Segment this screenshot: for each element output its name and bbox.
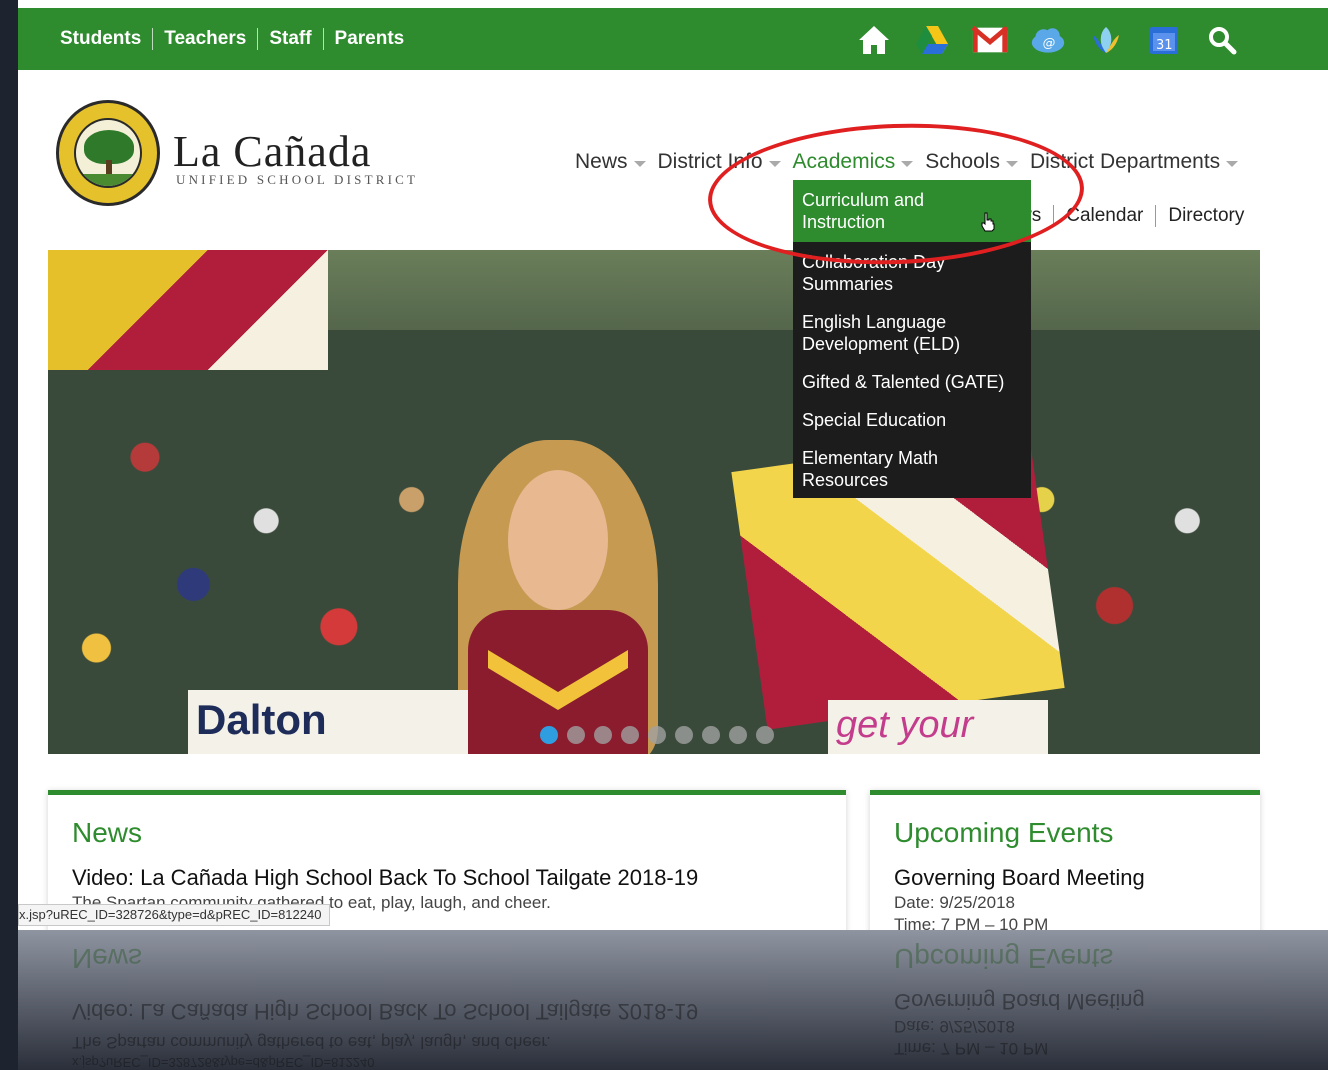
screen-reflection: x.jsp?uREC_ID=328726&type=d&pREC_ID=8122… [18, 930, 1328, 1070]
webpage: Students Teachers Staff Parents @ 31 La … [18, 0, 1328, 930]
subnav-directory-link[interactable]: Directory [1168, 205, 1244, 227]
menu-item-eld[interactable]: English Language Development (ELD) [793, 302, 1031, 362]
hero-carousel[interactable]: Dalton get your [48, 250, 1260, 754]
district-name[interactable]: La Cañada [173, 126, 371, 177]
divider [1155, 205, 1157, 227]
students-link[interactable]: Students [60, 28, 141, 50]
news-article-title[interactable]: Video: La Cañada High School Back To Sch… [72, 865, 698, 891]
event-title[interactable]: Governing Board Meeting [894, 865, 1145, 891]
carousel-dot[interactable] [621, 726, 639, 744]
hero-flag [48, 250, 328, 370]
events-heading[interactable]: Upcoming Events [894, 817, 1113, 849]
google-drive-icon[interactable] [914, 22, 950, 58]
menu-item-gate[interactable]: Gifted & Talented (GATE) [793, 362, 1031, 400]
svg-text:@: @ [1043, 35, 1056, 50]
news-heading[interactable]: News [72, 817, 142, 849]
carousel-dot[interactable] [540, 726, 558, 744]
divider [152, 28, 154, 50]
carousel-dot[interactable] [702, 726, 720, 744]
seal-oak-tree [74, 118, 142, 188]
carousel-dot[interactable] [567, 726, 585, 744]
home-icon[interactable] [856, 22, 892, 58]
link-status-bar: x.jsp?uREC_ID=328726&type=d&pREC_ID=8122… [18, 904, 331, 926]
carousel-dot[interactable] [675, 726, 693, 744]
gmail-icon[interactable] [972, 22, 1008, 58]
audience-links: Students Teachers Staff Parents [60, 28, 404, 50]
cloud-icon[interactable]: @ [1030, 22, 1066, 58]
menu-item-special-education[interactable]: Special Education [793, 400, 1031, 438]
hero-banner-right: get your [828, 700, 1048, 754]
carousel-dot[interactable] [594, 726, 612, 744]
hand-cursor-icon [981, 212, 995, 232]
chevron-down-icon [633, 160, 646, 167]
carousel-pager [540, 726, 774, 744]
divider [257, 28, 259, 50]
tulip-icon[interactable] [1088, 22, 1124, 58]
nav-news[interactable]: News [575, 150, 646, 174]
district-subtitle: UNIFIED SCHOOL DISTRICT [176, 172, 419, 187]
quick-icons: @ 31 [856, 22, 1240, 58]
divider [322, 28, 324, 50]
teachers-link[interactable]: Teachers [164, 28, 246, 50]
event-date: Date: 9/25/2018 [894, 893, 1015, 912]
subnav-calendar-link[interactable]: Calendar [1066, 205, 1143, 227]
hero-banner-left: Dalton [188, 690, 468, 754]
events-card: Upcoming Events Governing Board Meeting … [870, 790, 1260, 930]
carousel-dot[interactable] [729, 726, 747, 744]
menu-item-elementary-math[interactable]: Elementary Math Resources [793, 438, 1031, 498]
parents-link[interactable]: Parents [335, 28, 405, 50]
event-time: Time: 7 PM – 10 PM [894, 915, 1049, 930]
chevron-down-icon [1226, 160, 1239, 167]
staff-link[interactable]: Staff [269, 28, 311, 50]
calendar-icon[interactable]: 31 [1146, 22, 1182, 58]
carousel-dot[interactable] [648, 726, 666, 744]
top-bar: Students Teachers Staff Parents @ 31 [18, 8, 1328, 70]
carousel-dot[interactable] [756, 726, 774, 744]
district-seal-logo[interactable] [56, 100, 160, 206]
svg-text:31: 31 [1156, 38, 1173, 53]
search-icon[interactable] [1204, 22, 1240, 58]
